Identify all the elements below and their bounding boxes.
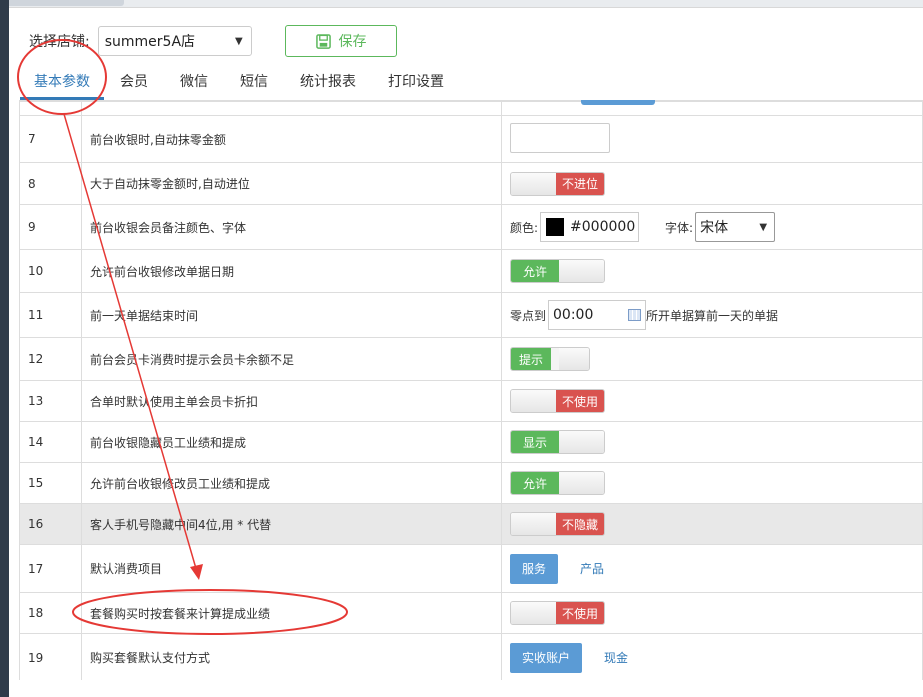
row-number: 10 [19,249,82,293]
window-left-frame [0,0,9,697]
toggle-label: 不进位 [556,172,604,195]
color-swatch [546,218,565,236]
table-row: 19 购买套餐默认支付方式 实收账户 现金 [19,633,923,680]
end-time-controls: 零点到 00:00 所开单据算前一天的单据 [510,300,922,330]
setting-label: 大于自动抹零金额时,自动进位 [81,162,502,205]
store-selector-bar: 选择店铺: summer5A店 ▼ [29,26,252,56]
settings-table: 7 前台收银时,自动抹零金额 8 大于自动抹零金额时,自动进位 不进位 9 前台… [19,101,923,680]
setting-label: 购买套餐默认支付方式 [81,633,502,680]
cash-link[interactable]: 现金 [604,649,628,666]
tab-sms[interactable]: 短信 [224,66,284,100]
settings-tabs: 基本参数 会员 微信 短信 统计报表 打印设置 [20,66,460,100]
row-number: 15 [19,462,82,504]
row-number: 18 [19,592,82,634]
browser-tab-stub[interactable] [9,0,124,6]
toggle-label: 允许 [511,260,559,282]
tab-member[interactable]: 会员 [104,66,164,100]
allow-date-edit-toggle[interactable]: 允许 [510,259,605,283]
setting-label: 默认消费项目 [81,544,502,593]
table-row: 8 大于自动抹零金额时,自动进位 不进位 [19,162,923,205]
toggle-label: 允许 [511,472,559,494]
setting-label: 客人手机号隐藏中间4位,用 * 代替 [81,503,502,545]
toggle-label: 提示 [511,348,551,370]
font-label: 字体: [665,220,694,235]
table-row [19,101,923,116]
chevron-down-icon: ▼ [235,35,243,47]
table-row: 12 前台会员卡消费时提示会员卡余额不足 提示 [19,337,923,381]
toggle-label: 显示 [511,431,559,453]
row-number: 14 [19,421,82,463]
hide-performance-toggle[interactable]: 显示 [510,430,605,454]
table-row: 11 前一天单据结束时间 零点到 00:00 所开单据算前一天的单据 [19,292,923,338]
tab-print-settings[interactable]: 打印设置 [372,66,460,100]
setting-label: 前一天单据结束时间 [81,292,502,338]
row-number: 11 [19,292,82,338]
package-commission-toggle[interactable]: 不使用 [510,601,605,625]
row-number: 16 [19,503,82,545]
setting-label: 前台收银隐藏员工业绩和提成 [81,421,502,463]
actual-account-button[interactable]: 实收账户 [510,642,583,673]
row-number: 13 [19,380,82,422]
merge-discount-toggle[interactable]: 不使用 [510,389,605,413]
table-row: 9 前台收银会员备注颜色、字体 颜色: #000000 字体: 宋体 ▼ [19,204,923,250]
hide-phone-toggle[interactable]: 不隐藏 [510,512,605,536]
row-number: 8 [19,162,82,205]
toggle-label: 不使用 [556,602,604,624]
table-row: 7 前台收银时,自动抹零金额 [19,115,923,163]
balance-warning-toggle[interactable]: 提示 [510,347,590,371]
row-number: 9 [19,204,82,250]
setting-label: 允许前台收银修改员工业绩和提成 [81,462,502,504]
save-button[interactable]: 保存 [285,25,397,57]
setting-label: 套餐购买时按套餐来计算提成业绩 [81,592,502,634]
font-select[interactable]: 宋体 ▼ [695,212,776,242]
floppy-disk-icon [315,33,331,49]
tab-wechat[interactable]: 微信 [164,66,224,100]
store-label: 选择店铺: [29,34,90,50]
setting-label: 前台会员卡消费时提示会员卡余额不足 [81,337,502,381]
table-row: 17 默认消费项目 服务 产品 [19,544,923,593]
setting-label: 前台收银会员备注颜色、字体 [81,204,502,250]
time-value: 00:00 [553,307,594,323]
save-button-label: 保存 [338,34,367,50]
chevron-down-icon: ▼ [759,221,768,233]
tab-reports[interactable]: 统计报表 [284,66,372,100]
font-select-value: 宋体 [700,220,729,236]
window-top-frame [9,0,923,8]
settings-table-container: 7 前台收银时,自动抹零金额 8 大于自动抹零金额时,自动进位 不进位 9 前台… [19,100,923,680]
table-row: 10 允许前台收银修改单据日期 允许 [19,249,923,293]
color-label: 颜色: [510,220,539,235]
row-number: 19 [19,633,82,680]
store-select[interactable]: summer5A店 ▼ [97,26,252,56]
color-font-controls: 颜色: #000000 字体: 宋体 ▼ [510,212,922,242]
edit-performance-toggle[interactable]: 允许 [510,471,605,495]
carry-toggle[interactable]: 不进位 [510,171,605,196]
setting-label: 前台收银时,自动抹零金额 [81,115,502,163]
tab-basic-params[interactable]: 基本参数 [20,66,104,100]
setting-label: 允许前台收银修改单据日期 [81,249,502,293]
toggle-label: 不隐藏 [556,513,604,535]
color-value: #000000 [570,219,636,235]
toggle-label: 不使用 [556,390,604,412]
table-row: 13 合单时默认使用主单会员卡折扣 不使用 [19,380,923,422]
service-button[interactable]: 服务 [510,553,559,584]
table-row: 15 允许前台收银修改员工业绩和提成 允许 [19,462,923,504]
table-row: 14 前台收银隐藏员工业绩和提成 显示 [19,421,923,463]
setting-label: 合单时默认使用主单会员卡折扣 [81,380,502,422]
color-picker[interactable]: #000000 [540,212,640,242]
table-row: 16 客人手机号隐藏中间4位,用 * 代替 不隐藏 [19,503,923,545]
end-time-input[interactable]: 00:00 [548,300,647,330]
table-row: 18 套餐购买时按套餐来计算提成业绩 不使用 [19,592,923,634]
time-prefix: 零点到 [510,308,547,323]
row-number: 7 [19,115,82,163]
calendar-icon[interactable] [628,309,642,321]
scroll-indicator[interactable] [581,100,655,105]
time-suffix: 所开单据算前一天的单据 [646,308,779,323]
row-number: 12 [19,337,82,381]
row-number: 17 [19,544,82,593]
store-select-value: summer5A店 [104,34,196,50]
product-link[interactable]: 产品 [580,560,604,577]
round-off-amount-input[interactable] [510,122,610,153]
